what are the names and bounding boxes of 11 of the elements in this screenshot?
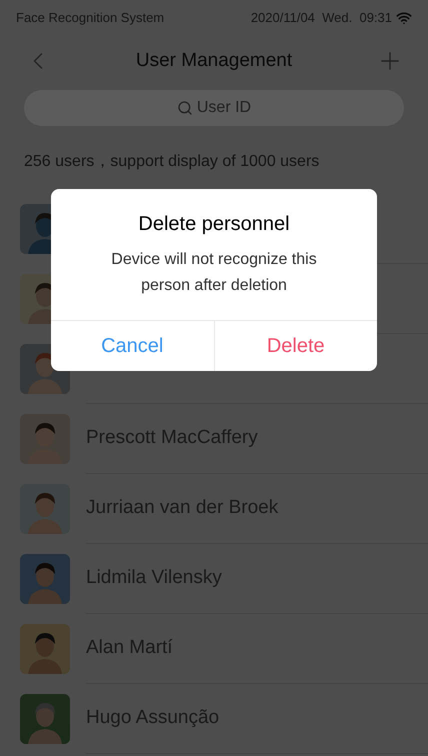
dialog-message: Device will not recognize this person after deletion bbox=[110, 250, 318, 296]
page-title: User Management bbox=[136, 48, 292, 73]
dialog-title: Delete personnel bbox=[138, 212, 290, 237]
user-count: 256 users，support display of 1000 users bbox=[24, 153, 320, 170]
search-icon bbox=[176, 100, 193, 116]
search-field[interactable]: User ID bbox=[24, 90, 404, 126]
app-name: Face Recognition System bbox=[16, 9, 164, 28]
delete-button[interactable]: Delete bbox=[214, 321, 377, 371]
date-time: 2020/11/04 Wed. 09:31 bbox=[250, 9, 392, 28]
cancel-button[interactable]: Cancel bbox=[51, 321, 214, 371]
wifi-icon bbox=[396, 10, 412, 26]
